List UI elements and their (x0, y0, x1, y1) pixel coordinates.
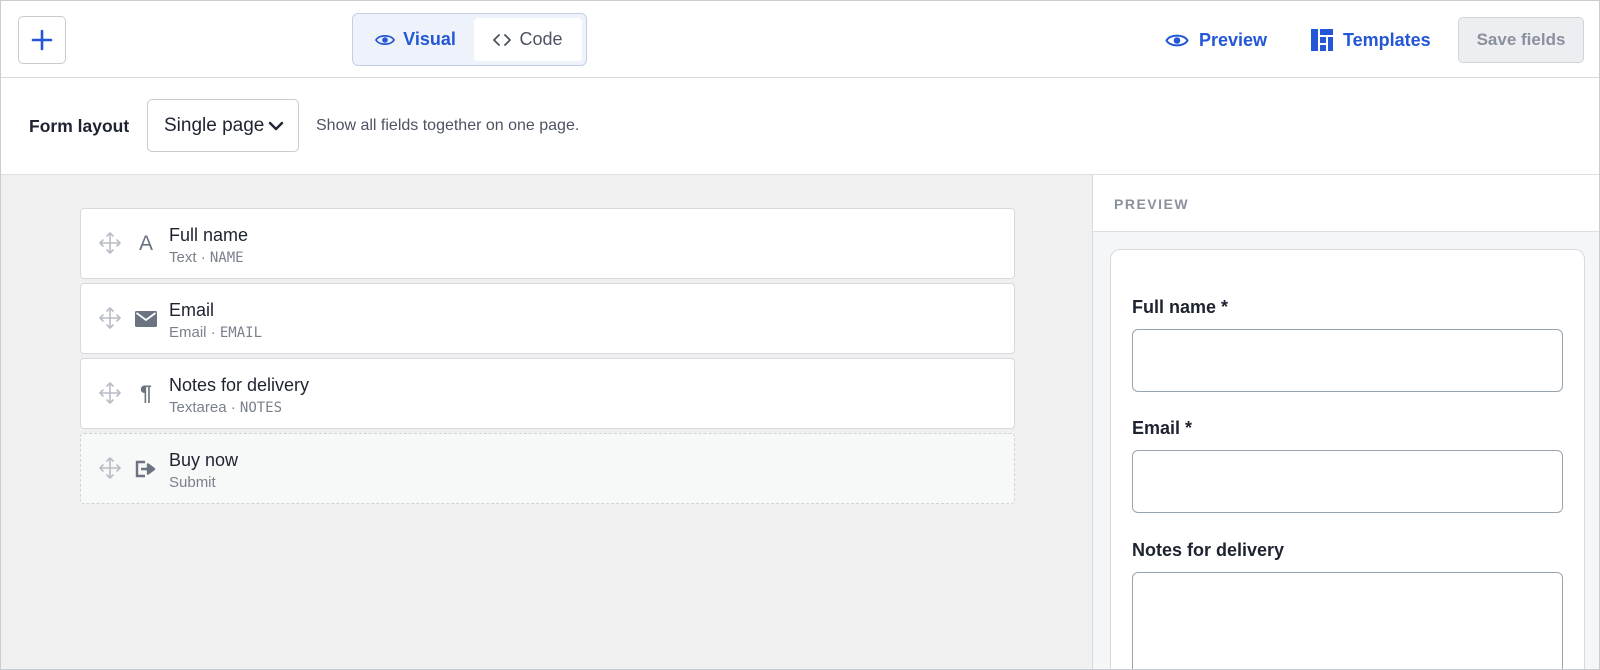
field-meta: Text · NAME (169, 249, 244, 266)
field-meta-separator: · (200, 249, 206, 266)
drag-handle-icon[interactable] (99, 382, 121, 404)
field-meta-separator: · (210, 324, 216, 341)
preview-button-label: Preview (1199, 29, 1268, 50)
pilcrow-icon: ¶ (140, 382, 152, 405)
preview-notes-textarea[interactable] (1132, 572, 1563, 669)
preview-pane: PREVIEW Full name * Email * Notes for de… (1092, 175, 1599, 669)
preview-field-label: Notes for delivery (1132, 540, 1285, 560)
preview-field-label: Email * (1132, 418, 1193, 438)
visual-mode-label: Visual (403, 29, 456, 49)
drag-handle-icon[interactable] (99, 232, 121, 254)
add-field-button[interactable] (18, 16, 66, 64)
preview-button[interactable]: Preview (1165, 23, 1267, 57)
preview-header-label: PREVIEW (1114, 196, 1190, 212)
eye-icon (1165, 34, 1189, 46)
field-meta-separator: · (230, 399, 236, 416)
field-type: Submit (169, 474, 216, 491)
field-card-notes-for-delivery[interactable]: ¶ Notes for delivery Textarea · NOTES (80, 358, 1015, 429)
preview-field-label: Full name * (1132, 297, 1229, 317)
drag-handle-icon[interactable] (99, 307, 121, 329)
form-builder-window: Visual Code Preview Templates Save field… (0, 0, 1600, 670)
templates-button-label: Templates (1343, 29, 1431, 50)
editor-mode-toggle: Visual Code (352, 13, 587, 66)
code-brackets-icon (493, 33, 512, 46)
chevron-down-icon (269, 121, 284, 130)
submit-icon (134, 457, 158, 481)
field-card-email[interactable]: Email Email · EMAIL (80, 283, 1015, 354)
field-title: Full name (169, 225, 249, 245)
preview-email-input[interactable] (1132, 450, 1563, 513)
text-icon: A (138, 232, 153, 255)
field-card-full-name[interactable]: A Full name Text · NAME (80, 208, 1015, 279)
top-toolbar: Visual Code Preview Templates Save field… (1, 1, 1599, 78)
field-type: Textarea (169, 399, 227, 416)
field-title: Notes for delivery (169, 375, 310, 395)
eye-icon (375, 34, 396, 45)
plus-icon (31, 29, 53, 51)
preview-header: PREVIEW (1093, 175, 1599, 232)
visual-mode-button[interactable]: Visual (357, 18, 474, 61)
field-key: EMAIL (219, 325, 263, 341)
form-layout-select[interactable]: Single page (147, 99, 299, 152)
field-card-buy-now[interactable]: Buy now Submit (80, 433, 1015, 504)
templates-button[interactable]: Templates (1311, 23, 1431, 57)
field-meta: Textarea · NOTES (169, 399, 282, 416)
field-title: Buy now (169, 450, 239, 470)
envelope-icon (134, 307, 158, 331)
field-meta: Email · EMAIL (169, 324, 262, 341)
field-key: NOTES (239, 400, 283, 416)
field-type: Text (169, 249, 197, 266)
preview-full-name-input[interactable] (1132, 329, 1563, 392)
save-fields-button[interactable]: Save fields (1458, 17, 1584, 63)
field-type: Email (169, 324, 207, 341)
templates-grid-icon (1311, 29, 1333, 51)
drag-handle-icon[interactable] (99, 457, 121, 479)
code-mode-label: Code (519, 29, 563, 49)
form-layout-selected-value: Single page (164, 114, 265, 136)
form-layout-label: Form layout (29, 116, 130, 136)
fields-canvas: A Full name Text · NAME Email Email · EM… (1, 175, 1092, 669)
field-title: Email (169, 300, 215, 320)
field-key: NAME (209, 250, 244, 266)
preview-form-card: Full name * Email * Notes for delivery (1110, 249, 1585, 669)
code-mode-button[interactable]: Code (474, 18, 582, 61)
form-layout-bar: Form layout Single page Show all fields … (1, 78, 1599, 175)
form-layout-help-text: Show all fields together on one page. (316, 117, 580, 134)
